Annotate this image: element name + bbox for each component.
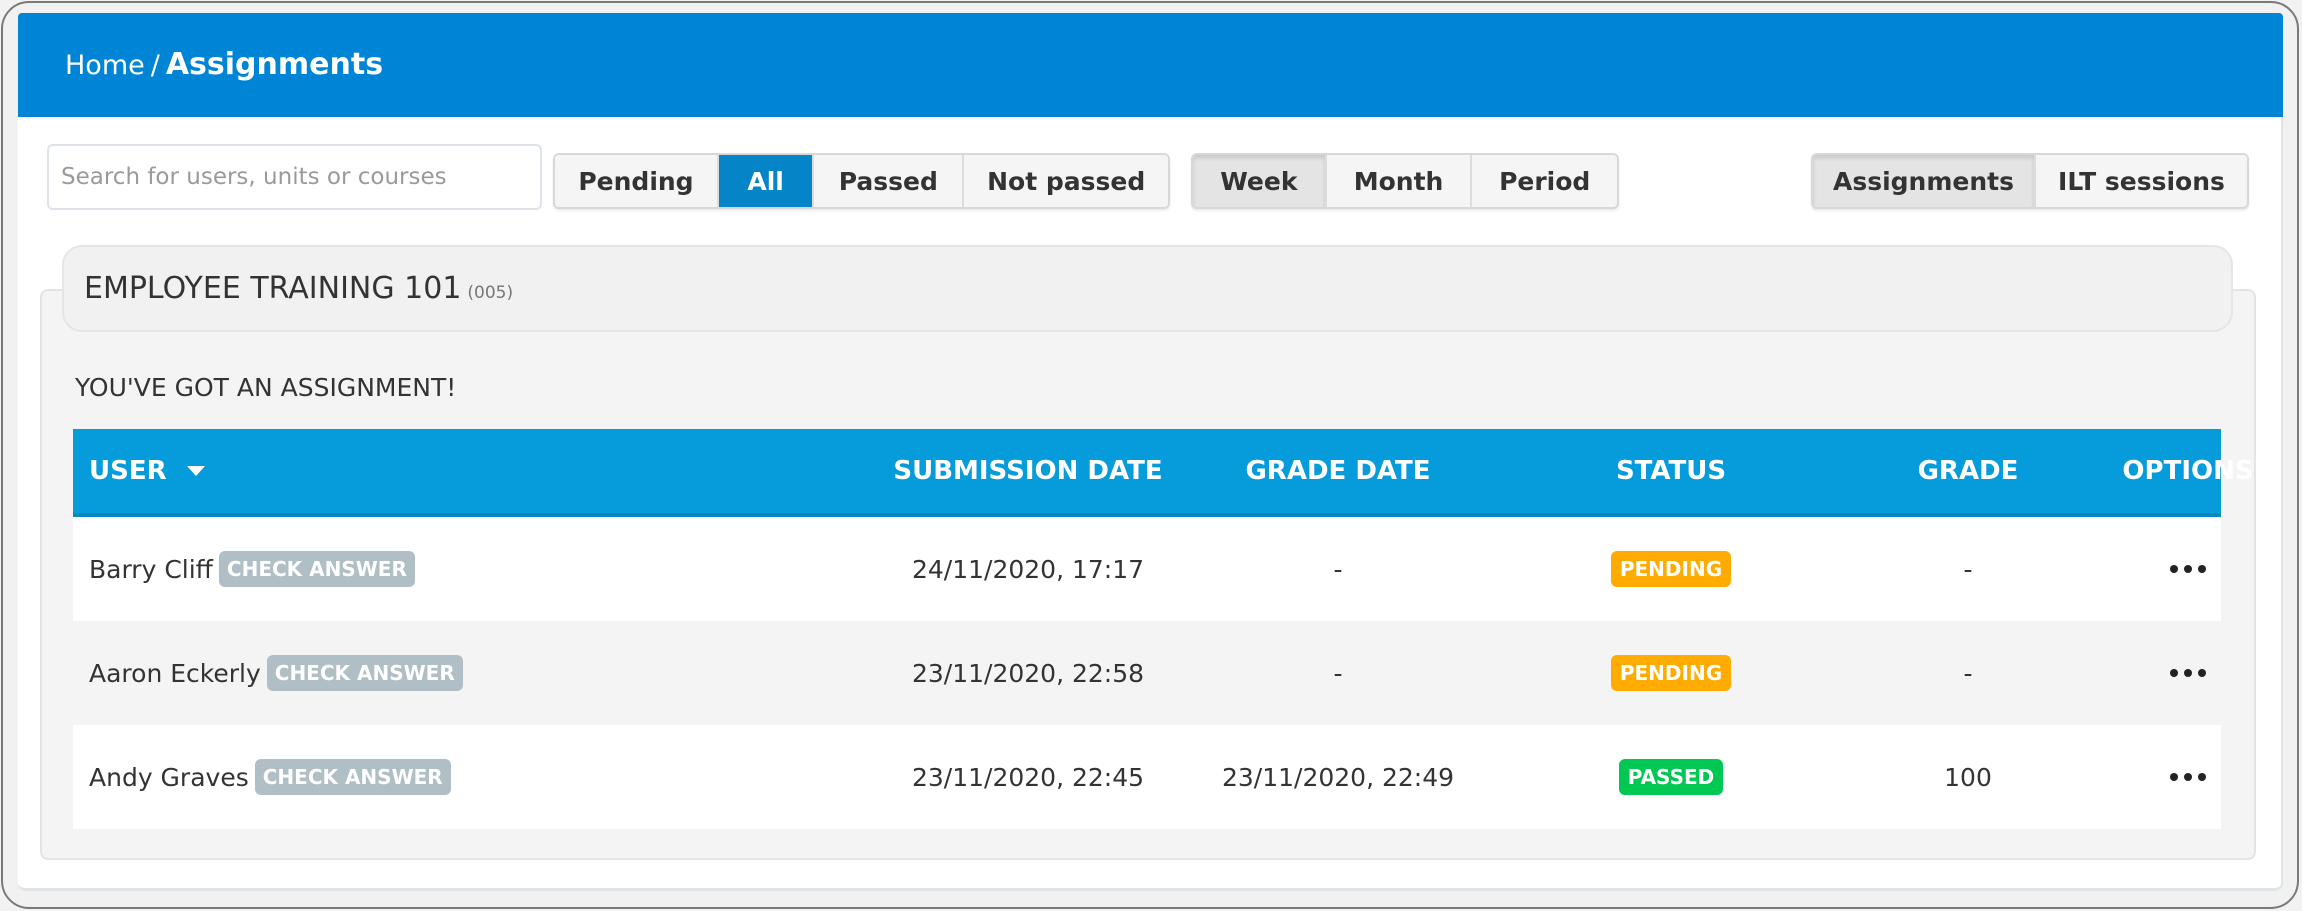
check-answer-button[interactable]: CHECK ANSWER: [218, 551, 415, 587]
assignment-heading: YOU'VE GOT AN ASSIGNMENT!: [75, 373, 457, 402]
column-user-header[interactable]: USER: [89, 429, 205, 513]
period-custom-button[interactable]: Period: [1472, 155, 1617, 207]
more-options-icon[interactable]: [2170, 669, 2206, 677]
status-badge: PENDING: [1610, 655, 1732, 691]
filter-all-button[interactable]: All: [718, 155, 815, 207]
table-row: Barry Cliff CHECK ANSWER 24/11/2020, 17:…: [73, 517, 2221, 621]
course-name: EMPLOYEE TRAINING 101: [84, 271, 462, 306]
table-row: Aaron Eckerly CHECK ANSWER 23/11/2020, 2…: [73, 621, 2221, 725]
more-options-icon[interactable]: [2170, 773, 2206, 781]
page-title: Assignments: [165, 47, 384, 82]
filter-pending-button[interactable]: Pending: [555, 155, 719, 207]
check-answer-button[interactable]: CHECK ANSWER: [254, 759, 451, 795]
period-month-button[interactable]: Month: [1326, 155, 1473, 207]
status-badge: PENDING: [1610, 551, 1732, 587]
more-options-icon[interactable]: [2170, 565, 2206, 573]
caret-down-icon[interactable]: [186, 466, 205, 476]
period-week-button[interactable]: Week: [1193, 155, 1327, 207]
user-name: Andy Graves: [89, 762, 249, 792]
search-input[interactable]: [47, 144, 542, 210]
breadcrumb-home-link[interactable]: Home: [65, 50, 145, 81]
column-options-header: OPTIONS: [2122, 456, 2254, 486]
period-filter-group: Week Month Period: [1191, 153, 1619, 209]
user-name: Aaron Eckerly: [89, 658, 261, 688]
column-grade-date-header[interactable]: GRADE DATE: [1103, 429, 1573, 513]
breadcrumb: Home / Assignments: [65, 47, 383, 82]
course-header: EMPLOYEE TRAINING 101 (005): [62, 245, 2233, 332]
user-name: Barry Cliff: [89, 554, 213, 584]
view-assignments-tab[interactable]: Assignments: [1813, 155, 2036, 207]
filter-not-passed-button[interactable]: Not passed: [964, 155, 1168, 207]
check-answer-button[interactable]: CHECK ANSWER: [266, 655, 463, 691]
view-ilt-sessions-tab[interactable]: ILT sessions: [2035, 155, 2247, 207]
column-user-label: USER: [89, 456, 167, 486]
status-filter-group: Pending All Passed Not passed: [553, 153, 1170, 209]
table-header: USER SUBMISSION DATE GRADE DATE STATUS G…: [73, 429, 2254, 517]
status-badge: PASSED: [1618, 759, 1724, 795]
course-code: (005): [467, 283, 514, 303]
table-row: Andy Graves CHECK ANSWER 23/11/2020, 22:…: [73, 725, 2221, 829]
view-toggle-group: Assignments ILT sessions: [1811, 153, 2249, 209]
course-title: EMPLOYEE TRAINING 101 (005): [84, 271, 513, 306]
grade-date: 23/11/2020, 22:49: [1221, 762, 1455, 792]
page-header: Home / Assignments: [18, 13, 2283, 117]
assignments-table: USER SUBMISSION DATE GRADE DATE STATUS G…: [73, 429, 2254, 829]
column-status-header[interactable]: STATUS: [1521, 429, 1821, 513]
filter-passed-button[interactable]: Passed: [814, 155, 965, 207]
breadcrumb-separator: /: [150, 50, 160, 81]
grade-date: -: [1333, 554, 1343, 584]
grade-date: -: [1333, 658, 1343, 688]
